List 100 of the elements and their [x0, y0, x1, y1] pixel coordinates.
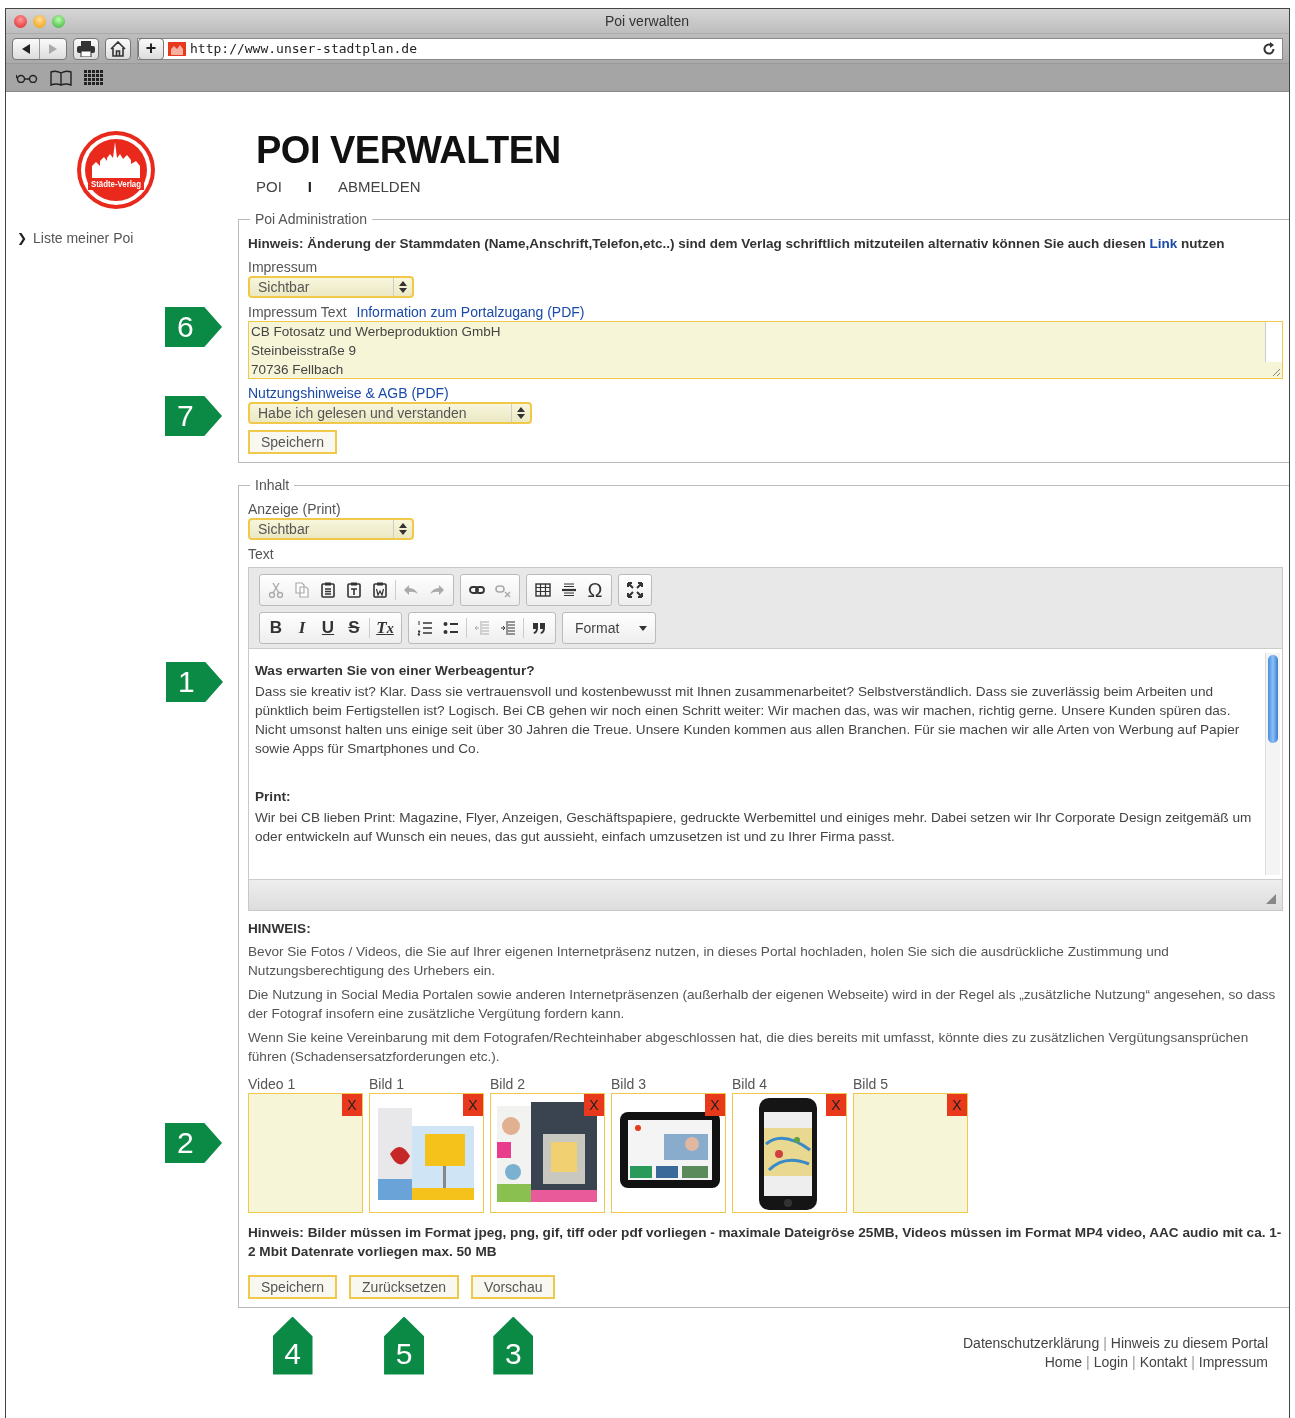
indent-icon[interactable]	[500, 620, 516, 636]
horizontal-rule-icon[interactable]	[561, 582, 577, 598]
clipboard-word-icon[interactable]	[372, 582, 388, 598]
page-title: POI VERWALTEN	[256, 128, 562, 172]
logo-text: Städte-Verlag	[91, 179, 146, 189]
toolbar-button[interactable]: U	[315, 615, 341, 641]
book-icon[interactable]	[50, 69, 72, 86]
house-icon	[110, 40, 126, 57]
nav-link[interactable]: ABMELDEN	[338, 178, 421, 195]
format-dropdown[interactable]: Format	[562, 612, 656, 644]
content-paragraph: Wir bei CB lieben Print: Magazine, Flyer, Anzeigen, Geschäftspapiere, gedruckte Werbemittel und einiges mehr. Dabei setzen wir Ihr Corporate Design zeitgemäß um oder entwickeln auf Wunsch ein neues, das gut aussieht, einfach umzusetzen ist und zu Ihrer Firma passt.	[255, 809, 1252, 846]
field-label: Impressum	[248, 259, 318, 276]
upload-slot[interactable]: X	[853, 1093, 968, 1213]
remove-button[interactable]: X	[342, 1094, 362, 1116]
callout-marker: 2	[165, 1123, 222, 1163]
callout-marker: 3	[493, 1316, 534, 1375]
footer-separator: |	[1086, 1352, 1090, 1372]
pdf-link[interactable]: Information zum Portalzugang (PDF)	[356, 304, 585, 321]
link-label: Liste meiner Poi	[33, 230, 134, 246]
text-link[interactable]: Link	[1149, 236, 1178, 251]
print-button[interactable]	[73, 37, 99, 60]
media-hint: Hinweis: Bilder müssen im Format jpeg, png, gif, tiff oder pdf vorliegen - maximale Dateigröse 25MB, Videos müssen im Format MP4 video, AAC audio mit ca. 1-2 Mbit Datenrate vorliegen max. 50 MB	[248, 1224, 1283, 1261]
toolbar-button[interactable]: S	[341, 615, 367, 641]
media-label: Bild 3	[611, 1076, 648, 1093]
notice-heading: HINWEIS:	[248, 920, 312, 938]
notice-text: Bevor Sie Fotos / Videos, die Sie auf Ihrer eigenen Internetpräsenz nutzen, in dieses Portal hochladen, holen Sie sich die ausdrückliche Zustimmung und Nutzungsberechtigung des Urhebers ein.	[248, 943, 1170, 980]
select-field[interactable]: Sichtbar	[248, 518, 414, 540]
resize-grip-icon	[1273, 369, 1280, 376]
updown-arrows-icon	[516, 407, 525, 419]
printer-icon	[77, 40, 95, 57]
glasses-icon[interactable]	[16, 72, 38, 83]
footer-link[interactable]: Hinweis zu diesem Portal	[1110, 1333, 1268, 1353]
field-label: Anzeige (Print)	[248, 501, 341, 518]
sidebar-link[interactable]: ❯ Liste meiner Poi	[17, 230, 238, 246]
media-label: Bild 5	[853, 1076, 890, 1093]
reload-icon[interactable]	[1262, 41, 1276, 56]
remove-button[interactable]: X	[584, 1094, 604, 1116]
callout-marker: 5	[384, 1316, 425, 1375]
pdf-link[interactable]: Nutzungshinweise & AGB (PDF)	[248, 385, 449, 402]
toolbar-button[interactable]: Ω	[582, 577, 608, 603]
footer-separator: |	[1191, 1352, 1195, 1372]
toolbar-button[interactable]: I	[289, 615, 315, 641]
media-label: Video 1	[248, 1076, 297, 1093]
section-legend: Inhalt	[250, 477, 295, 493]
close-button[interactable]	[14, 14, 27, 28]
nav-link[interactable]: POI	[256, 178, 282, 195]
select-field[interactable]: Sichtbar	[248, 276, 414, 298]
callout-marker: 1	[166, 662, 223, 702]
remove-button[interactable]: X	[463, 1094, 483, 1116]
add-button[interactable]: +	[138, 37, 164, 60]
updown-arrows-icon	[399, 523, 407, 535]
favicon-icon	[168, 40, 186, 57]
clipboard-text-icon[interactable]	[346, 582, 362, 598]
maximize-icon[interactable]	[627, 582, 643, 598]
footer-separator: |	[1103, 1333, 1107, 1353]
quote-icon[interactable]	[531, 620, 547, 636]
field-label: Text	[248, 546, 274, 563]
forward-icon	[48, 43, 58, 54]
field-label: Impressum Text	[248, 304, 347, 321]
table-icon[interactable]	[535, 582, 551, 598]
url-field[interactable]: http://www.unser-stadtplan.de	[190, 41, 1258, 56]
footer-link[interactable]: Impressum	[1198, 1352, 1268, 1372]
caret-icon	[639, 625, 647, 631]
footer-link[interactable]: Datenschutzerklärung	[963, 1333, 1100, 1353]
footer-link[interactable]: Kontakt	[1139, 1352, 1188, 1372]
media-label: Bild 1	[369, 1076, 406, 1093]
content-heading: Print:	[255, 788, 292, 806]
notice-text: Die Nutzung in Social Media Portalen sowie anderen Internetpräsenzen (außerhalb der eigenen Webseite) wird in der Regel als „zusätzliche Nutzung“ angesehen, so dass der Fotograf insofern eine zusätzliche Vergütung fordern kann.	[248, 986, 1277, 1023]
numbered-list-icon[interactable]	[417, 620, 433, 636]
back-icon	[21, 43, 31, 54]
updown-arrows-icon	[399, 281, 407, 293]
remove-button[interactable]: X	[947, 1094, 967, 1116]
bullet-list-icon[interactable]	[443, 620, 459, 636]
nav-separator: I	[307, 178, 312, 195]
content-heading: Was erwarten Sie von einer Werbeagentur?	[255, 662, 536, 680]
content-paragraph: Dass sie kreativ ist? Klar. Dass sie vertrauensvoll und kostenbewusst mit Ihnen zusammenarbeitet? Selbstverständlich. Dass sie zuverlässig beim Arbeiten und pünktlich beim Fertigstellen ist? Logisch. Bei CB gehen wir noch einen Schritt weiter: Wir machen das, was wir machen, richtig gerne. Unsere Kunden spüren das. Nicht umsonst halten uns einige seit über 30 Jahren die Treue. Unsere Kunden kommen aus allen Branchen. Für sie machen wir alle Arten von Werbung auf Papier sowie Apps für Smartphones und Co.	[255, 683, 1241, 758]
editor-content[interactable]	[249, 649, 1282, 879]
resize-grip-icon	[1266, 894, 1276, 904]
scrollbar	[1265, 322, 1282, 362]
scrollbar-thumb[interactable]	[1268, 655, 1278, 743]
footer-link[interactable]: Home	[1044, 1352, 1083, 1372]
clipboard-icon[interactable]	[320, 582, 336, 598]
hint-text: Hinweis: Änderung der Stammdaten (Name,Anschrift,Telefon,etc..) sind dem Verlag schriftlich mitzuteilen alternativ können Sie auch diesen Link nutzen	[248, 235, 1226, 253]
remove-button[interactable]: X	[826, 1094, 846, 1116]
footer-link[interactable]: Login	[1093, 1352, 1128, 1372]
section-legend: Poi Administration	[250, 211, 373, 227]
upload-slot[interactable]: X	[248, 1093, 363, 1213]
media-label: Bild 4	[732, 1076, 769, 1093]
grid-icon[interactable]	[84, 70, 103, 85]
footer-separator: |	[1132, 1352, 1136, 1372]
text-area[interactable]: CB Fotosatz und Werbeproduktion GmbH Steinbeisstraße 9 70736 Fellbach	[248, 321, 1283, 379]
callout-marker: 4	[272, 1316, 313, 1375]
save-button[interactable]: Speichern	[248, 430, 338, 454]
select-field[interactable]: Habe ich gelesen und verstanden	[248, 402, 532, 424]
home-button[interactable]	[105, 37, 131, 60]
remove-button[interactable]: X	[705, 1094, 725, 1116]
callout-marker: 6	[165, 307, 222, 347]
toolbar-button[interactable]: B	[263, 615, 289, 641]
chevron-icon: ❯	[17, 231, 27, 245]
notice-text: Wenn Sie keine Vereinbarung mit dem Fotografen/Rechteinhaber abgeschlossen hat, die dies bereits mit umfasst, könnte dies zu zusätzlichen Vergütungsansprüchen führen (Schadensersatzforderungen etc.).	[248, 1029, 1250, 1066]
